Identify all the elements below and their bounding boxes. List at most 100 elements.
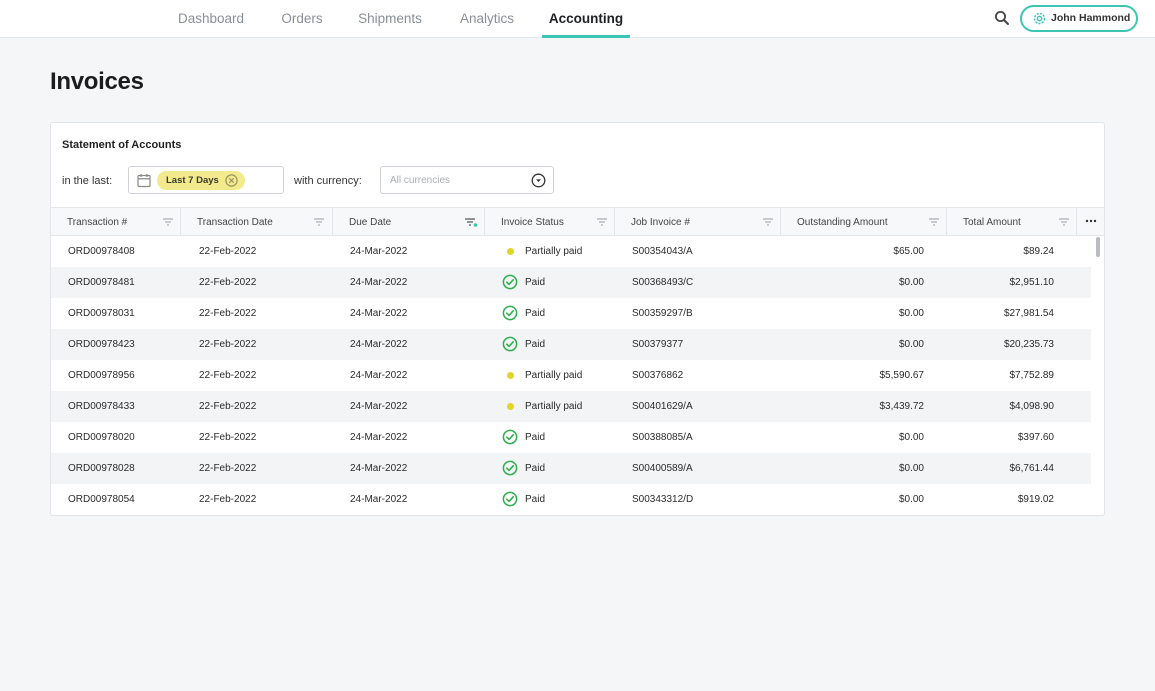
cell-transaction-date: 22-Feb-2022 (199, 339, 257, 350)
partial-status-dot-icon (507, 248, 514, 255)
cell-job-invoice: S00379377 (632, 339, 684, 350)
table-row[interactable]: ORD00978433 22-Feb-2022 24-Mar-2022 Partial… (51, 391, 1091, 422)
cell-job-invoice: S00376862 (632, 370, 684, 381)
cell-invoice-status: Paid (525, 432, 546, 443)
col-transaction[interactable]: Transaction # (51, 208, 181, 236)
scrollbar[interactable] (1096, 237, 1100, 257)
cell-due-date: 24-Mar-2022 (350, 370, 408, 381)
col-invoice-status[interactable]: Invoice Status (485, 208, 615, 236)
period-chip: Last 7 Days (157, 171, 245, 190)
cell-due-date: 24-Mar-2022 (350, 339, 408, 350)
table-row[interactable]: ORD00978408 22-Feb-2022 24-Mar-2022 Partial… (51, 236, 1091, 267)
tab-analytics[interactable]: Analytics (450, 0, 524, 38)
table-row[interactable]: ORD00978423 22-Feb-2022 24-Mar-2022 Paid S00… (51, 329, 1091, 360)
col-transaction-label: Transaction # (67, 217, 128, 228)
more-options-icon[interactable] (1078, 217, 1104, 227)
partial-status-dot-icon (507, 372, 514, 379)
cell-transaction-date: 22-Feb-2022 (199, 401, 257, 412)
cell-transaction-date: 22-Feb-2022 (199, 370, 257, 381)
cell-due-date: 24-Mar-2022 (350, 401, 408, 412)
col-outstanding[interactable]: Outstanding Amount (781, 208, 947, 236)
cell-transaction-date: 22-Feb-2022 (199, 463, 257, 474)
cell-total-amount: $4,098.90 (1009, 401, 1055, 412)
paid-check-icon (502, 305, 518, 321)
sort-icon[interactable] (596, 217, 608, 227)
user-menu-button[interactable]: John Hammond (1020, 5, 1138, 32)
col-job-invoice[interactable]: Job Invoice # (615, 208, 781, 236)
search-icon[interactable] (993, 9, 1011, 27)
table-row[interactable]: ORD00978020 22-Feb-2022 24-Mar-2022 Paid S00… (51, 422, 1091, 453)
statement-card: Statement of Accounts in the last: Last … (50, 122, 1105, 516)
cell-due-date: 24-Mar-2022 (350, 432, 408, 443)
cell-total-amount: $2,951.10 (1009, 277, 1055, 288)
cell-job-invoice: S00401629/A (632, 401, 693, 412)
card-title: Statement of Accounts (62, 139, 182, 151)
cell-outstanding-amount: $0.00 (898, 339, 924, 350)
table-row[interactable]: ORD00978481 22-Feb-2022 24-Mar-2022 Paid S00… (51, 267, 1091, 298)
chevron-down-icon (531, 173, 546, 188)
col-transaction-date-label: Transaction Date (197, 217, 273, 228)
cell-total-amount: $89.24 (1023, 246, 1054, 257)
cell-outstanding-amount: $0.00 (898, 432, 924, 443)
tab-shipments[interactable]: Shipments (350, 0, 430, 38)
currency-placeholder: All currencies (390, 175, 451, 186)
col-transaction-date[interactable]: Transaction Date (181, 208, 333, 236)
cell-total-amount: $7,752.89 (1009, 370, 1055, 381)
paid-check-icon (502, 429, 518, 445)
cell-transaction: ORD00978020 (68, 432, 135, 443)
cell-job-invoice: S00359297/B (632, 308, 693, 319)
cell-job-invoice: S00368493/C (632, 277, 694, 288)
partial-status-dot-icon (507, 403, 514, 410)
cell-job-invoice: S00354043/A (632, 246, 693, 257)
cell-total-amount: $27,981.54 (1003, 308, 1054, 319)
cell-total-amount: $6,761.44 (1009, 463, 1055, 474)
col-total[interactable]: Total Amount (947, 208, 1077, 236)
cell-job-invoice: S00343312/D (632, 494, 694, 505)
calendar-icon (137, 174, 151, 188)
tab-orders[interactable]: Orders (272, 0, 332, 38)
page-title: Invoices (50, 68, 144, 95)
currency-label: with currency: (294, 175, 362, 187)
cell-due-date: 24-Mar-2022 (350, 308, 408, 319)
table-row[interactable]: ORD00978028 22-Feb-2022 24-Mar-2022 Paid S00… (51, 453, 1091, 484)
period-chip-label: Last 7 Days (166, 175, 219, 186)
table-row[interactable]: ORD00978054 22-Feb-2022 24-Mar-2022 Paid S00… (51, 484, 1091, 515)
cell-invoice-status: Paid (525, 308, 546, 319)
period-label: in the last: (62, 175, 113, 187)
tab-dashboard[interactable]: Dashboard (170, 0, 252, 38)
paid-check-icon (502, 491, 518, 507)
cell-transaction: ORD00978956 (68, 370, 135, 381)
cell-outstanding-amount: $65.00 (893, 246, 924, 257)
cell-transaction-date: 22-Feb-2022 (199, 277, 257, 288)
table-row[interactable]: ORD00978031 22-Feb-2022 24-Mar-2022 Paid S00… (51, 298, 1091, 329)
cell-outstanding-amount: $0.00 (898, 308, 924, 319)
sort-icon[interactable] (313, 217, 325, 227)
sort-icon[interactable] (928, 217, 940, 227)
cell-due-date: 24-Mar-2022 (350, 463, 408, 474)
cell-transaction: ORD00978433 (68, 401, 135, 412)
cell-outstanding-amount: $5,590.67 (879, 370, 925, 381)
sort-icon[interactable] (762, 217, 774, 227)
cell-outstanding-amount: $0.00 (898, 494, 924, 505)
sort-icon[interactable] (162, 217, 174, 227)
cell-transaction-date: 22-Feb-2022 (199, 432, 257, 443)
paid-check-icon (502, 460, 518, 476)
cell-due-date: 24-Mar-2022 (350, 277, 408, 288)
sort-icon[interactable] (1058, 217, 1070, 227)
table-row[interactable]: ORD00978956 22-Feb-2022 24-Mar-2022 Partial… (51, 360, 1091, 391)
cell-due-date: 24-Mar-2022 (350, 246, 408, 257)
cell-invoice-status: Paid (525, 339, 546, 350)
cell-total-amount: $20,235.73 (1003, 339, 1054, 350)
currency-select[interactable]: All currencies (380, 166, 554, 194)
cell-due-date: 24-Mar-2022 (350, 494, 408, 505)
table-header: Transaction # Transaction Date Due Date … (51, 207, 1104, 236)
filter-active-icon[interactable] (464, 217, 478, 227)
period-filter[interactable]: Last 7 Days (128, 166, 284, 194)
cell-invoice-status: Partially paid (525, 370, 583, 381)
col-due-date[interactable]: Due Date (333, 208, 485, 236)
cell-transaction-date: 22-Feb-2022 (199, 308, 257, 319)
tab-accounting[interactable]: Accounting (542, 0, 630, 38)
clear-icon[interactable] (225, 174, 238, 187)
col-outstanding-label: Outstanding Amount (797, 217, 888, 228)
user-name: John Hammond (1051, 12, 1131, 24)
